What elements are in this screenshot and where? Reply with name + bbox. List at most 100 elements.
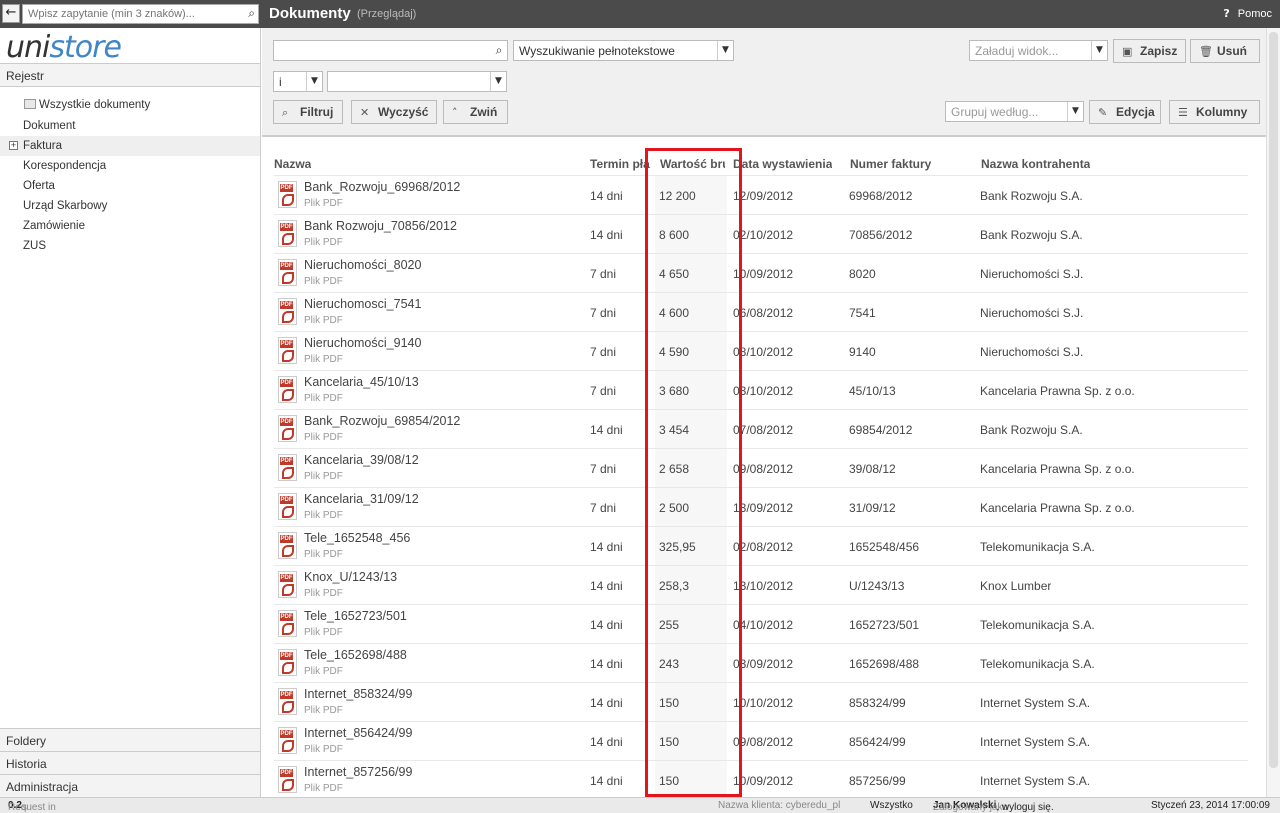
columns-button[interactable]: ☰ Kolumny	[1169, 100, 1260, 124]
table-row[interactable]: PDF Knox_U/1243/13 Plik PDF 14 dni 258,3 13/1…	[274, 565, 1248, 604]
vertical-scrollbar[interactable]	[1266, 28, 1280, 797]
tree-item-oferta[interactable]: Oferta	[0, 176, 260, 196]
global-search-input[interactable]	[23, 5, 238, 23]
column-header-wartosc[interactable]: Wartość bru	[660, 157, 725, 171]
file-name[interactable]: Bank_Rozwoju_69854/2012	[304, 414, 460, 428]
sidebar-section-rejestr[interactable]: Rejestr	[0, 63, 260, 87]
document-tree: Wszystkie dokumenty Dokument + Faktura Ko…	[0, 94, 260, 256]
table-row[interactable]: PDF Kancelaria_45/10/13 Plik PDF 7 dni 3 680…	[274, 370, 1248, 409]
file-name[interactable]: Nieruchomości_9140	[304, 336, 421, 350]
edit-button[interactable]: ✎ Edycja	[1089, 100, 1161, 124]
clear-button[interactable]: ✕ Wyczyść	[351, 100, 437, 124]
table-row[interactable]: PDF Bank_Rozwoju_69854/2012 Plik PDF 14 dni…	[274, 409, 1248, 448]
issue-date: 07/08/2012	[733, 423, 794, 437]
tree-item-korespondencja[interactable]: Korespondencja	[0, 156, 260, 176]
sidebar-section-administracja[interactable]: Administracja	[0, 774, 260, 797]
table-row[interactable]: PDF Internet_858324/99 Plik PDF 14 dni 150 10…	[274, 682, 1248, 721]
tree-item-zus[interactable]: ZUS	[0, 236, 260, 256]
gross-value: 3 680	[659, 384, 690, 398]
table-row[interactable]: PDF Tele_1652723/501 Plik PDF 14 dni 255 04/1…	[274, 604, 1248, 643]
sidebar-section-historia[interactable]: Historia	[0, 751, 260, 774]
file-name[interactable]: Internet_858324/99	[304, 687, 412, 701]
file-name[interactable]: Internet_857256/99	[304, 765, 412, 779]
contractor-name: Bank Rozwoju S.A.	[980, 423, 1083, 437]
table-row[interactable]: PDF Tele_1652698/488 Plik PDF 14 dni 243 03/0…	[274, 643, 1248, 682]
file-name[interactable]: Tele_1652723/501	[304, 609, 407, 623]
file-type: Plik PDF	[304, 588, 343, 599]
file-name[interactable]: Internet_856424/99	[304, 726, 412, 740]
column-header-nazwa[interactable]: Nazwa	[274, 157, 311, 171]
file-name[interactable]: Kancelaria_31/09/12	[304, 492, 419, 506]
chevron-down-icon: ▼	[490, 72, 506, 91]
logged-user: Zalogowany jako Jan Kowalski, wyloguj si…	[933, 800, 1054, 813]
file-name[interactable]: Kancelaria_45/10/13	[304, 375, 419, 389]
tree-item-urzad-skarbowy[interactable]: Urząd Skarbowy	[0, 196, 260, 216]
table-row[interactable]: PDF Nieruchomości_8020 Plik PDF 7 dni 4 650 1…	[274, 253, 1248, 292]
load-view-select[interactable]: Załaduj widok... ▼	[969, 40, 1108, 61]
operator-select[interactable]: i ▼	[273, 71, 323, 92]
invoice-number: 70856/2012	[849, 228, 913, 242]
back-button[interactable]: ←	[2, 4, 20, 23]
save-view-button[interactable]: ▣ Zapisz	[1113, 39, 1186, 63]
table-row[interactable]: PDF Nieruchomości_9140 Plik PDF 7 dni 4 590 0…	[274, 331, 1248, 370]
chevron-down-icon: ▼	[717, 41, 733, 60]
tree-item-faktura[interactable]: + Faktura	[0, 136, 260, 156]
search-icon[interactable]: ⌕	[248, 6, 255, 21]
pdf-file-icon: PDF	[278, 337, 297, 364]
logo: unistore	[6, 30, 122, 65]
contractor-name: Nieruchomości S.J.	[980, 306, 1084, 320]
file-type: Plik PDF	[304, 549, 343, 560]
table-row[interactable]: PDF Kancelaria_31/09/12 Plik PDF 7 dni 2 500…	[274, 487, 1248, 526]
file-name[interactable]: Nieruchomości_8020	[304, 258, 421, 272]
column-header-termin[interactable]: Termin pła	[590, 157, 652, 171]
search-icon[interactable]: ⌕	[491, 41, 507, 60]
fulltext-search-input[interactable]: ⌕	[273, 40, 508, 61]
pdf-file-icon: PDF	[278, 649, 297, 676]
invoice-number: 1652698/488	[849, 657, 920, 671]
scope-link[interactable]: Wszystko	[870, 800, 913, 811]
search-type-select[interactable]: Wyszukiwanie pełnotekstowe ▼	[513, 40, 734, 61]
file-name[interactable]: Bank_Rozwoju_69968/2012	[304, 180, 460, 194]
sidebar-section-foldery[interactable]: Foldery	[0, 728, 260, 751]
logout-link[interactable]: , wyloguj się.	[996, 802, 1053, 813]
column-header-numer[interactable]: Numer faktury	[850, 157, 931, 171]
filter-toolbar: ⌕ Wyszukiwanie pełnotekstowe ▼ i ▼ ▼ Załad…	[262, 28, 1280, 137]
column-header-data[interactable]: Data wystawienia	[733, 157, 832, 171]
table-row[interactable]: PDF Kancelaria_39/08/12 Plik PDF 7 dni 2 658…	[274, 448, 1248, 487]
global-search[interactable]: ⌕	[22, 4, 259, 24]
tree-item-zamowienie[interactable]: Zamówienie	[0, 216, 260, 236]
file-name[interactable]: Tele_1652548_456	[304, 531, 410, 545]
scrollbar-thumb[interactable]	[1269, 32, 1278, 768]
invoice-number: 858324/99	[849, 696, 906, 710]
group-by-select[interactable]: Grupuj według... ▼	[945, 101, 1084, 122]
table-row[interactable]: PDF Internet_856424/99 Plik PDF 14 dni 150 09…	[274, 721, 1248, 760]
help-link[interactable]: ? Pomoc	[1223, 7, 1272, 20]
file-name[interactable]: Nieruchomosci_7541	[304, 297, 421, 311]
pencil-icon: ✎	[1098, 106, 1108, 119]
pdf-file-icon: PDF	[278, 376, 297, 403]
collapse-button[interactable]: ˄ Zwiń	[443, 100, 508, 124]
tree-item-dokument[interactable]: Dokument	[0, 116, 260, 136]
payment-term: 14 dni	[590, 228, 623, 242]
table-row[interactable]: PDF Nieruchomosci_7541 Plik PDF 7 dni 4 600 0…	[274, 292, 1248, 331]
column-header-kontrahent[interactable]: Nazwa kontrahenta	[981, 157, 1090, 171]
tree-item-all-documents[interactable]: Wszystkie dokumenty	[0, 94, 260, 116]
top-bar: ← ⌕ Dokumenty (Przeglądaj) ? Pomoc	[0, 0, 1280, 28]
file-name[interactable]: Bank Rozwoju_70856/2012	[304, 219, 457, 233]
trash-icon: 🗑	[1199, 45, 1213, 58]
contractor-name: Internet System S.A.	[980, 774, 1091, 788]
expand-icon[interactable]: +	[9, 141, 18, 150]
file-name[interactable]: Kancelaria_39/08/12	[304, 453, 419, 467]
table-row[interactable]: PDF Bank Rozwoju_70856/2012 Plik PDF 14 dni…	[274, 214, 1248, 253]
field-select[interactable]: ▼	[327, 71, 507, 92]
file-name[interactable]: Knox_U/1243/13	[304, 570, 397, 584]
filter-button[interactable]: ⌕ Filtruj	[273, 100, 343, 124]
search-icon: ⌕	[282, 106, 289, 119]
chevron-up-icon: ˄	[452, 106, 458, 119]
delete-view-button[interactable]: 🗑 Usuń	[1190, 39, 1260, 63]
table-row[interactable]: PDF Internet_857256/99 Plik PDF 14 dni 150 10…	[274, 760, 1248, 797]
pdf-file-icon: PDF	[278, 181, 297, 208]
table-row[interactable]: PDF Bank_Rozwoju_69968/2012 Plik PDF 14 dni…	[274, 175, 1248, 214]
file-name[interactable]: Tele_1652698/488	[304, 648, 407, 662]
table-row[interactable]: PDF Tele_1652548_456 Plik PDF 14 dni 325,95 0…	[274, 526, 1248, 565]
